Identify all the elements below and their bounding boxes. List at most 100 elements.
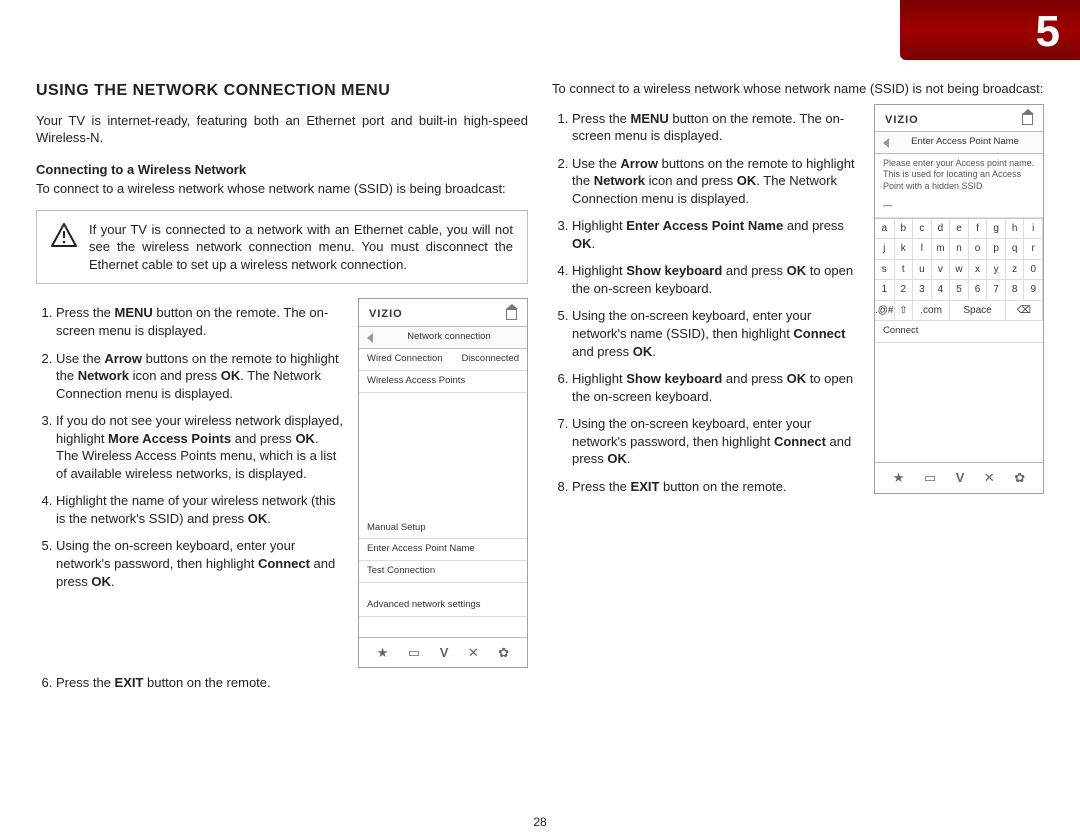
key: 7 — [987, 280, 1006, 301]
close-icon: ✕ — [984, 469, 995, 487]
key: u — [913, 260, 932, 281]
list-item: Using the on-screen keyboard, enter your… — [56, 537, 344, 590]
key-backspace: ⌫ — [1006, 301, 1043, 322]
list-item: Press the EXIT button on the remote. — [56, 674, 528, 692]
key-shift: ⇧ — [895, 301, 914, 322]
tv-menu-title-row: Enter Access Point Name — [875, 131, 1043, 154]
key: l — [913, 239, 932, 260]
warning-text: If your TV is connected to a network wit… — [89, 221, 513, 274]
key: s — [875, 260, 895, 281]
key: 1 — [875, 280, 895, 301]
sub-intro: To connect to a wireless network whose n… — [36, 180, 528, 198]
key: f — [969, 219, 988, 240]
home-icon — [506, 309, 517, 320]
steps-list-a: Press the MENU button on the remote. The… — [36, 304, 344, 668]
key: c — [913, 219, 932, 240]
key: q — [1006, 239, 1025, 260]
tv-menu-title: Network connection — [407, 331, 490, 344]
warning-icon — [51, 223, 77, 247]
close-icon: ✕ — [468, 644, 479, 662]
star-icon: ★ — [893, 469, 905, 487]
list-item: Using the on-screen keyboard, enter your… — [572, 415, 860, 468]
key: g — [987, 219, 1006, 240]
key: k — [895, 239, 914, 260]
list-item: Highlight Enter Access Point Name and pr… — [572, 217, 860, 252]
list-item: Using the on-screen keyboard, enter your… — [572, 307, 860, 360]
key: 0 — [1024, 260, 1043, 281]
main-heading: USING THE NETWORK CONNECTION MENU — [36, 80, 528, 102]
tv-input-row: — — [875, 196, 1043, 218]
steps-list-b: Press the MENU button on the remote. The… — [552, 110, 860, 506]
key: 9 — [1024, 280, 1043, 301]
tv-menu-network: VIZIO Network connection Wired Connectio… — [358, 298, 528, 668]
star-icon: ★ — [377, 644, 389, 662]
list-item: Use the Arrow buttons on the remote to h… — [572, 155, 860, 208]
key: t — [895, 260, 914, 281]
key: 5 — [950, 280, 969, 301]
v-icon: V — [440, 644, 449, 662]
page-body: USING THE NETWORK CONNECTION MENU Your T… — [36, 80, 1044, 814]
key-com: .com — [913, 301, 950, 322]
key: 3 — [913, 280, 932, 301]
tv-row-test: Test Connection — [359, 561, 527, 583]
tv-row-manual: Manual Setup — [359, 518, 527, 540]
key: w — [950, 260, 969, 281]
key: e — [950, 219, 969, 240]
list-item: Highlight Show keyboard and press OK to … — [572, 370, 860, 405]
tv-row-enter-ap: Enter Access Point Name — [359, 539, 527, 561]
tv-row-wireless: Wireless Access Points — [359, 371, 527, 393]
key: n — [950, 239, 969, 260]
key-symbols: .@# — [875, 301, 895, 322]
key: j — [875, 239, 895, 260]
list-item: Press the EXIT button on the remote. — [572, 478, 860, 496]
steps-list-a-cont: Press the EXIT button on the remote. — [36, 674, 528, 692]
key: m — [932, 239, 951, 260]
key: b — [895, 219, 914, 240]
chapter-number: 5 — [1036, 2, 1060, 61]
list-item: Highlight the name of your wireless netw… — [56, 492, 344, 527]
onscreen-keyboard: abcdefghi jklmnopqr stuvwxyz0 123456789 … — [875, 218, 1043, 322]
tv-row-wired: Wired Connection Disconnected — [359, 349, 527, 371]
list-item: Press the MENU button on the remote. The… — [56, 304, 344, 339]
key: 4 — [932, 280, 951, 301]
key: i — [1024, 219, 1043, 240]
key: 8 — [1006, 280, 1025, 301]
right-column: To connect to a wireless network whose n… — [552, 80, 1044, 814]
key-space: Space — [950, 301, 1006, 322]
screen-icon: ▭ — [924, 469, 936, 487]
tv-connect-row: Connect — [875, 321, 1043, 343]
gear-icon: ✿ — [498, 644, 509, 662]
left-column: USING THE NETWORK CONNECTION MENU Your T… — [36, 80, 528, 814]
key: o — [969, 239, 988, 260]
tv-bottom-icons: ★ ▭ V ✕ ✿ — [875, 462, 1043, 493]
key: z — [1006, 260, 1025, 281]
key: 6 — [969, 280, 988, 301]
tv-menu-title-row: Network connection — [359, 326, 527, 349]
key: v — [932, 260, 951, 281]
list-item: Press the MENU button on the remote. The… — [572, 110, 860, 145]
key: h — [1006, 219, 1025, 240]
tv-help-text: Please enter your Access point name. Thi… — [875, 154, 1043, 196]
key: p — [987, 239, 1006, 260]
key: r — [1024, 239, 1043, 260]
tv-menu-title: Enter Access Point Name — [911, 136, 1019, 149]
back-icon — [883, 138, 889, 148]
key: d — [932, 219, 951, 240]
key: x — [969, 260, 988, 281]
key: y — [987, 260, 1006, 281]
warning-box: If your TV is connected to a network wit… — [36, 210, 528, 285]
v-icon: V — [956, 469, 965, 487]
tv-menu-keyboard: VIZIO Enter Access Point Name Please ent… — [874, 104, 1044, 494]
tv-brand: VIZIO — [369, 307, 403, 322]
intro-text: Your TV is internet-ready, featuring bot… — [36, 112, 528, 147]
list-item: Highlight Show keyboard and press OK to … — [572, 262, 860, 297]
list-item: Use the Arrow buttons on the remote to h… — [56, 350, 344, 403]
list-item: If you do not see your wireless network … — [56, 412, 344, 482]
back-icon — [367, 333, 373, 343]
page-number: 28 — [533, 814, 546, 830]
key: a — [875, 219, 895, 240]
home-icon — [1022, 114, 1033, 125]
right-intro: To connect to a wireless network whose n… — [552, 80, 1044, 98]
tv-bottom-icons: ★ ▭ V ✕ ✿ — [359, 637, 527, 668]
tv-row-advanced: Advanced network settings — [359, 595, 527, 617]
